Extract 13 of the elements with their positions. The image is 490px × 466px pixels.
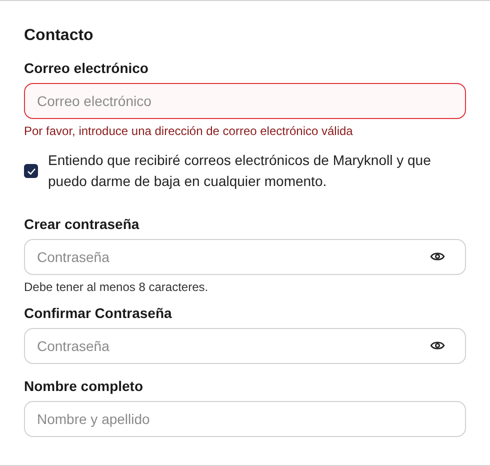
hint-text: Debe tener al menos 8 caracteres. — [24, 279, 210, 295]
checkbox-label: Entiendo que recibiré correos electrónicos de Maryknoll y que puedo darme de baja en cualquier momento. — [48, 151, 432, 191]
field-label: Crear contraseña — [24, 215, 140, 234]
field-label: Nombre completo — [24, 377, 144, 396]
field-label: Confirmar Contraseña — [24, 304, 173, 323]
eye-icon[interactable] — [430, 340, 445, 351]
checkbox[interactable] — [24, 164, 38, 178]
section-title: Contacto — [24, 26, 94, 46]
check-icon — [26, 168, 36, 174]
eye-icon[interactable] — [430, 251, 445, 262]
field-label: Correo electrónico — [24, 59, 150, 78]
error-message: Por favor, introduce una dirección de correo electrónico válida — [24, 123, 354, 139]
input-field[interactable]: Correo electrónico — [24, 83, 466, 119]
